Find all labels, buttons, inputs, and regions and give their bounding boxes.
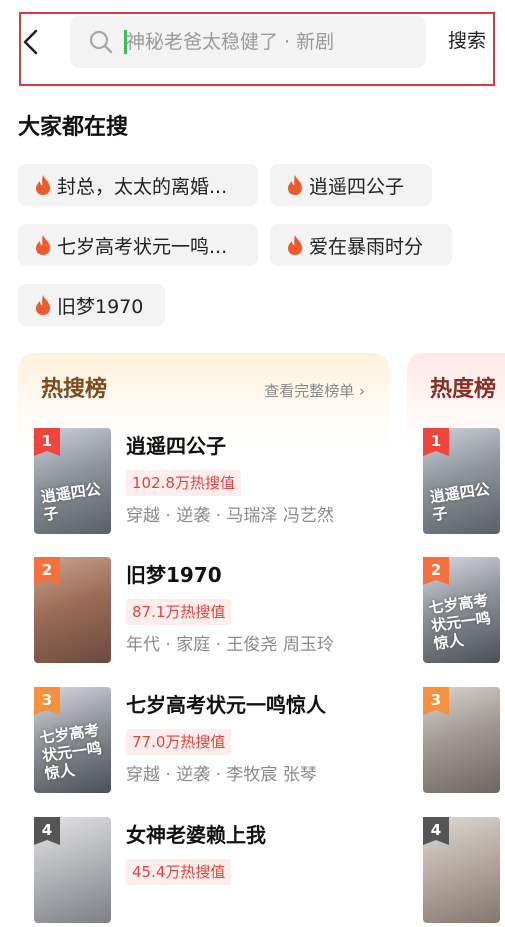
flame-icon [288, 175, 302, 195]
poster-title-art: 逍遥四公子 [428, 479, 491, 524]
rank-item[interactable]: 七岁高考状元一鸣惊人 3 七岁高考状元一鸣惊人 77.0万热搜值 穿越 · 逆袭… [18, 687, 389, 797]
flame-icon [288, 235, 302, 255]
chip-label: 爱在暴雨时分 [309, 235, 424, 258]
chip-label: 逍遥四公子 [309, 175, 405, 198]
search-button[interactable]: 搜索 [448, 26, 486, 56]
rank-item[interactable]: 逍遥四公子 1 逍遥四公子 102.8万热搜值 穿越 · 逆袭 · 马瑞泽 冯艺… [18, 428, 389, 538]
item-title: 女神老婆赖上我 [126, 823, 266, 847]
heat-value: 102.8万热搜值 [126, 470, 241, 496]
heat-value: 45.4万热搜值 [126, 859, 232, 885]
search-input[interactable]: 神秘老爸太稳健了 · 新剧 [70, 16, 426, 68]
search-chip[interactable]: 逍遥四公子 [270, 164, 432, 206]
rank-item[interactable]: 4 女神老婆赖上我 45.4万热搜值 [18, 817, 389, 927]
rank-item[interactable]: 4 [407, 817, 505, 927]
rank-item[interactable]: 3 [407, 687, 505, 797]
poster-title-art [42, 905, 101, 913]
heat-value: 77.0万热搜值 [126, 729, 232, 755]
heat-value: 87.1万热搜值 [126, 599, 232, 625]
poster-title-art [431, 905, 490, 913]
search-chip[interactable]: 旧梦1970 [18, 284, 165, 326]
rank-item[interactable]: 逍遥四公子 1 [407, 428, 505, 538]
flame-icon [36, 175, 50, 195]
item-tags: 穿越 · 逆袭 · 李牧宸 张琴 [126, 765, 317, 785]
popular-title: 大家都在搜 [18, 115, 129, 140]
item-title: 旧梦1970 [126, 563, 222, 587]
hot-search-title: 热搜榜 [41, 377, 108, 402]
poster-title-art: 七岁高考状元一鸣惊人 [427, 591, 492, 653]
item-tags: 年代 · 家庭 · 王俊尧 周玉玲 [126, 635, 334, 655]
poster-title-art [431, 775, 490, 783]
search-icon [88, 29, 114, 55]
heat-rank-title: 热度榜 [430, 377, 497, 402]
poster-title-art [42, 645, 101, 653]
chip-label: 七岁高考状元一鸣... [57, 235, 228, 258]
rank-item[interactable]: 2 旧梦1970 87.1万热搜值 年代 · 家庭 · 王俊尧 周玉玲 [18, 557, 389, 667]
flame-icon [36, 235, 50, 255]
chip-label: 旧梦1970 [57, 295, 144, 318]
search-chip[interactable]: 七岁高考状元一鸣... [18, 224, 258, 266]
poster-title-art: 逍遥四公子 [39, 479, 102, 524]
hot-search-card: 热搜榜 查看完整榜单 › 逍遥四公子 1 逍遥四公子 102.8万热搜值 穿越 … [18, 353, 389, 923]
rank-item[interactable]: 七岁高考状元一鸣惊人 2 [407, 557, 505, 667]
search-chip[interactable]: 爱在暴雨时分 [270, 224, 452, 266]
item-tags: 穿越 · 逆袭 · 马瑞泽 冯艺然 [126, 506, 334, 526]
flame-icon [36, 295, 50, 315]
view-full-list-link[interactable]: 查看完整榜单 › [264, 380, 365, 402]
poster-title-art: 七岁高考状元一鸣惊人 [38, 721, 103, 783]
chip-label: 封总，太太的离婚... [57, 175, 228, 198]
back-icon[interactable] [18, 28, 46, 56]
search-placeholder: 神秘老爸太稳健了 · 新剧 [126, 31, 335, 53]
item-title: 逍遥四公子 [126, 434, 226, 458]
search-header: 神秘老爸太稳健了 · 新剧 搜索 [0, 0, 505, 96]
heat-rank-card: 热度榜 逍遥四公子 1 七岁高考状元一鸣惊人 2 3 4 [407, 353, 505, 923]
search-chip[interactable]: 封总，太太的离婚... [18, 164, 258, 206]
item-title: 七岁高考状元一鸣惊人 [126, 693, 326, 717]
